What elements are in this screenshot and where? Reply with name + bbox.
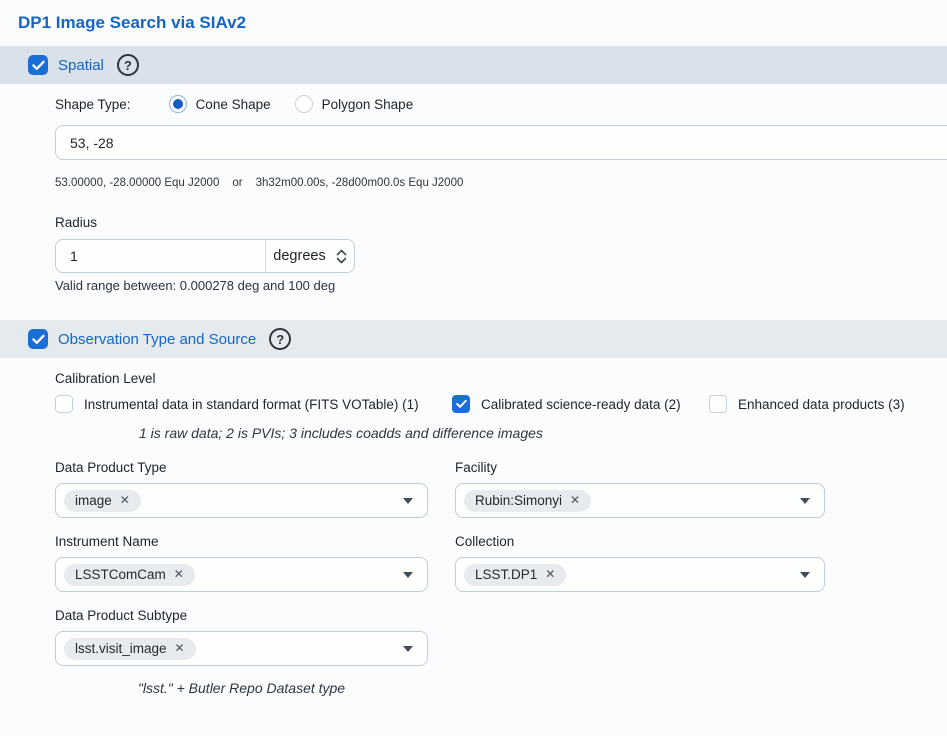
field-collection: Collection LSST.DP1 ✕ <box>455 534 825 592</box>
radius-input[interactable] <box>56 240 266 272</box>
radio-button-icon[interactable] <box>295 95 313 113</box>
page-title: DP1 Image Search via SIAv2 <box>0 0 947 33</box>
remove-chip-icon[interactable]: ✕ <box>174 568 184 580</box>
help-icon[interactable]: ? <box>269 328 291 350</box>
calibration-option-1-label: Instrumental data in standard format (FI… <box>84 397 419 412</box>
field-instrument-name: Instrument Name LSSTComCam ✕ <box>55 534 428 592</box>
facility-select[interactable]: Rubin:Simonyi ✕ <box>455 483 825 518</box>
coordinates-input[interactable] <box>55 125 947 160</box>
radio-button-icon[interactable] <box>169 95 187 113</box>
help-icon[interactable]: ? <box>117 54 139 76</box>
unit-stepper[interactable] <box>336 249 347 264</box>
chip-label: Rubin:Simonyi <box>475 493 562 508</box>
coordinates-feedback-decimal: 53.00000, -28.00000 Equ J2000 <box>55 177 219 189</box>
observation-section-checkbox[interactable] <box>28 329 48 349</box>
field-label: Facility <box>455 460 825 475</box>
field-data-product-subtype: Data Product Subtype lsst.visit_image ✕ … <box>55 608 428 696</box>
selected-chip: lsst.visit_image ✕ <box>64 638 196 660</box>
dropdown-caret-icon <box>403 572 413 578</box>
spatial-section-body: Shape Type: Cone Shape Polygon Shape 53.… <box>0 93 947 293</box>
shape-type-row: Shape Type: Cone Shape Polygon Shape <box>55 93 947 115</box>
field-data-product-type: Data Product Type image ✕ <box>55 460 428 518</box>
dropdown-caret-icon <box>403 646 413 652</box>
subtype-hint: "lsst." + Butler Repo Dataset type <box>55 680 428 696</box>
empty-grid-cell <box>455 608 825 712</box>
chip-label: lsst.visit_image <box>75 641 167 656</box>
field-facility: Facility Rubin:Simonyi ✕ <box>455 460 825 518</box>
calibration-option-2[interactable]: Calibrated science-ready data (2) <box>452 395 681 413</box>
check-icon <box>32 60 45 71</box>
selected-chip: Rubin:Simonyi ✕ <box>464 490 591 512</box>
spatial-section-label: Spatial <box>58 57 104 74</box>
radius-label: Radius <box>55 215 947 230</box>
field-grid: Data Product Type image ✕ Facility Rubin… <box>55 460 947 712</box>
spatial-section-header: Spatial ? <box>0 46 947 84</box>
radius-valid-range: Valid range between: 0.000278 deg and 10… <box>55 278 947 293</box>
dropdown-caret-icon <box>403 498 413 504</box>
spatial-section-checkbox[interactable] <box>28 55 48 75</box>
collection-select[interactable]: LSST.DP1 ✕ <box>455 557 825 592</box>
coordinates-feedback-or: or <box>232 177 242 189</box>
remove-chip-icon[interactable]: ✕ <box>120 494 130 506</box>
selected-chip: image ✕ <box>64 490 141 512</box>
chip-label: image <box>75 493 112 508</box>
radius-input-group: degrees <box>55 239 355 273</box>
remove-chip-icon[interactable]: ✕ <box>545 568 555 580</box>
data-product-subtype-select[interactable]: lsst.visit_image ✕ <box>55 631 428 666</box>
checkbox-icon[interactable] <box>452 395 470 413</box>
calibration-option-3[interactable]: Enhanced data products (3) <box>709 395 905 413</box>
check-icon <box>456 399 467 409</box>
radio-polygon-shape-label: Polygon Shape <box>322 97 414 112</box>
checkbox-icon[interactable] <box>55 395 73 413</box>
calibration-hint: 1 is raw data; 2 is PVIs; 3 includes coa… <box>139 425 947 441</box>
observation-section-body: Calibration Level Instrumental data in s… <box>0 371 947 712</box>
coordinates-feedback: 53.00000, -28.00000 Equ J2000 or 3h32m00… <box>55 177 947 189</box>
chevron-up-icon <box>336 249 347 256</box>
radius-unit-select[interactable]: degrees <box>266 240 354 272</box>
field-label: Instrument Name <box>55 534 428 549</box>
dropdown-caret-icon <box>800 572 810 578</box>
dropdown-caret-icon <box>800 498 810 504</box>
shape-type-label: Shape Type: <box>55 97 131 112</box>
field-label: Data Product Subtype <box>55 608 428 623</box>
calibration-option-2-label: Calibrated science-ready data (2) <box>481 397 681 412</box>
check-icon <box>32 334 45 345</box>
calibration-option-1[interactable]: Instrumental data in standard format (FI… <box>55 395 419 413</box>
calibration-level-label: Calibration Level <box>55 371 947 386</box>
instrument-name-select[interactable]: LSSTComCam ✕ <box>55 557 428 592</box>
observation-section-header: Observation Type and Source ? <box>0 320 947 358</box>
radius-unit-value: degrees <box>273 248 325 264</box>
checkbox-icon[interactable] <box>709 395 727 413</box>
field-label: Data Product Type <box>55 460 428 475</box>
chevron-down-icon <box>336 257 347 264</box>
radio-polygon-shape[interactable]: Polygon Shape <box>295 95 414 113</box>
selected-chip: LSSTComCam ✕ <box>64 564 195 586</box>
data-product-type-select[interactable]: image ✕ <box>55 483 428 518</box>
observation-section-label: Observation Type and Source <box>58 331 256 348</box>
chip-label: LSSTComCam <box>75 567 166 582</box>
chip-label: LSST.DP1 <box>475 567 537 582</box>
calibration-options-row: Instrumental data in standard format (FI… <box>55 395 947 415</box>
selected-chip: LSST.DP1 ✕ <box>464 564 566 586</box>
radio-cone-shape-label: Cone Shape <box>196 97 271 112</box>
calibration-option-3-label: Enhanced data products (3) <box>738 397 905 412</box>
radio-cone-shape[interactable]: Cone Shape <box>169 95 271 113</box>
field-label: Collection <box>455 534 825 549</box>
sia-search-form: DP1 Image Search via SIAv2 Spatial ? Sha… <box>0 0 947 736</box>
remove-chip-icon[interactable]: ✕ <box>570 494 580 506</box>
coordinates-feedback-sexagesimal: 3h32m00.00s, -28d00m00.0s Equ J2000 <box>256 177 464 189</box>
remove-chip-icon[interactable]: ✕ <box>175 642 185 654</box>
